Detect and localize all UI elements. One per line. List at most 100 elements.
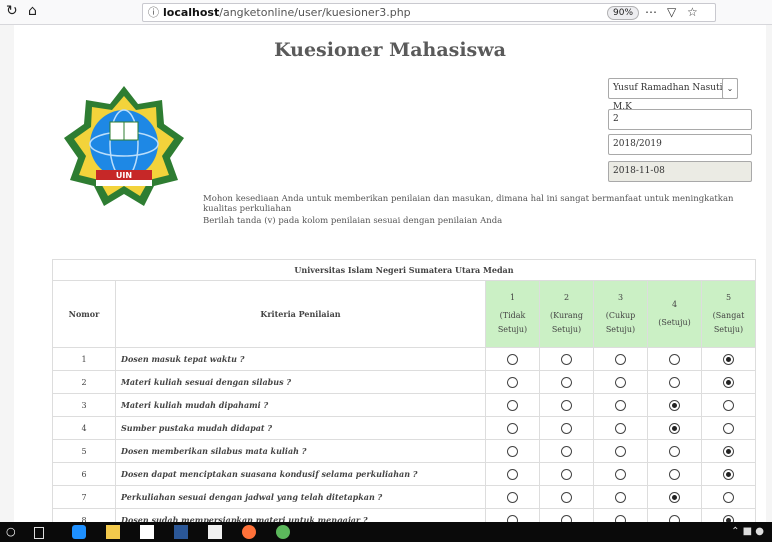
rating-radio-3[interactable] (615, 491, 626, 503)
rating-radio-1[interactable] (507, 353, 518, 365)
option-number: 5 (725, 293, 732, 302)
rating-radio-4[interactable] (669, 445, 680, 457)
rating-cell (485, 416, 540, 440)
rating-radio-1[interactable] (507, 491, 518, 503)
rating-radio-2[interactable] (561, 491, 572, 503)
rating-radio-1[interactable] (507, 514, 518, 522)
system-tray[interactable]: ⌃ ■ ● (731, 526, 764, 537)
rating-radio-3[interactable] (615, 514, 626, 522)
rating-radio-5[interactable] (723, 399, 734, 411)
rating-radio-5[interactable] (723, 422, 734, 434)
rating-radio-4[interactable] (669, 468, 680, 480)
rating-cell (539, 462, 594, 486)
rating-cell (539, 416, 594, 440)
question-text: Materi kuliah mudah dipahami ? (115, 393, 486, 417)
option-label: (Sangat Setuju) (712, 311, 745, 334)
rating-cell (539, 347, 594, 371)
rating-radio-1[interactable] (507, 376, 518, 388)
rating-cell (593, 508, 648, 522)
file-explorer-icon[interactable] (106, 525, 120, 539)
info-icon[interactable]: ⓘ (148, 4, 159, 21)
rating-cell (701, 370, 756, 394)
column-header-nomor: Nomor (52, 280, 116, 348)
rating-cell (485, 347, 540, 371)
row-number: 4 (52, 416, 116, 440)
rating-radio-4[interactable] (669, 514, 680, 522)
rating-radio-4[interactable] (669, 399, 680, 411)
rating-radio-1[interactable] (507, 422, 518, 434)
pocket-icon[interactable]: ▽ (667, 4, 681, 21)
table-row: 5 Dosen memberikan silabus mata kuliah ? (52, 439, 756, 463)
zoom-badge[interactable]: 90% (607, 6, 640, 20)
search-icon[interactable]: ○ (6, 525, 20, 539)
row-number: 3 (52, 393, 116, 417)
document-icon[interactable] (208, 525, 222, 539)
rating-cell (647, 439, 702, 463)
rating-cell (485, 439, 540, 463)
option-label: (Cukup Setuju) (605, 311, 636, 334)
reload-icon[interactable]: ↻ (6, 3, 18, 19)
rating-radio-5[interactable] (723, 468, 734, 480)
rating-cell (539, 485, 594, 509)
rating-radio-2[interactable] (561, 514, 572, 522)
firefox-icon[interactable] (242, 525, 256, 539)
rating-radio-2[interactable] (561, 399, 572, 411)
rating-cell (701, 485, 756, 509)
rating-radio-3[interactable] (615, 399, 626, 411)
task-view-icon[interactable] (34, 527, 44, 539)
rating-radio-3[interactable] (615, 376, 626, 388)
rating-radio-2[interactable] (561, 468, 572, 480)
rating-radio-4[interactable] (669, 353, 680, 365)
rating-radio-2[interactable] (561, 422, 572, 434)
page-actions-icon[interactable]: ⋯ (645, 4, 662, 21)
rating-radio-2[interactable] (561, 445, 572, 457)
option-number: 1 (509, 293, 516, 302)
rating-cell (647, 416, 702, 440)
rating-radio-3[interactable] (615, 353, 626, 365)
rating-radio-4[interactable] (669, 422, 680, 434)
chevron-down-icon[interactable]: ⌄ (722, 78, 738, 99)
rating-radio-1[interactable] (507, 445, 518, 457)
home-icon[interactable]: ⌂ (28, 3, 37, 19)
semester-field[interactable]: 2 (608, 109, 752, 130)
tahun-ajaran-field[interactable]: 2018/2019 (608, 134, 752, 155)
instruction-text: Mohon kesediaan Anda untuk memberikan pe… (203, 194, 734, 214)
rating-radio-5[interactable] (723, 491, 734, 503)
rating-radio-2[interactable] (561, 353, 572, 365)
rating-radio-3[interactable] (615, 468, 626, 480)
dosen-select[interactable]: Yusuf Ramadhan Nasution, M.K ⌄ (608, 78, 738, 112)
bookmark-star-icon[interactable]: ☆ (687, 4, 703, 21)
rating-cell (647, 370, 702, 394)
rating-radio-1[interactable] (507, 399, 518, 411)
row-number: 5 (52, 439, 116, 463)
column-header-kriteria: Kriteria Penilaian (115, 280, 486, 348)
dosen-select-value: Yusuf Ramadhan Nasution, M.K (613, 83, 737, 112)
rating-cell (593, 347, 648, 371)
row-number: 1 (52, 347, 116, 371)
store-icon[interactable] (140, 525, 154, 539)
row-number: 6 (52, 462, 116, 486)
column-header-option-1: 1 (Tidak Setuju) (485, 280, 540, 348)
option-label: (Tidak Setuju) (497, 311, 528, 334)
option-number: 2 (563, 293, 570, 302)
rating-radio-4[interactable] (669, 491, 680, 503)
logo-text: UIN (116, 171, 132, 180)
rating-radio-5[interactable] (723, 514, 734, 522)
rating-radio-5[interactable] (723, 445, 734, 457)
rating-radio-2[interactable] (561, 376, 572, 388)
rating-radio-3[interactable] (615, 445, 626, 457)
app-icon[interactable] (276, 525, 290, 539)
url-bar[interactable]: ⓘ localhost/angketonline/user/kuesioner3… (142, 3, 716, 22)
edge-icon[interactable] (72, 525, 86, 539)
rating-radio-3[interactable] (615, 422, 626, 434)
rating-cell (539, 370, 594, 394)
word-icon[interactable] (174, 525, 188, 539)
url-text: localhost/angketonline/user/kuesioner3.p… (163, 6, 411, 19)
rating-radio-5[interactable] (723, 376, 734, 388)
rating-cell (701, 439, 756, 463)
rating-radio-5[interactable] (723, 353, 734, 365)
rating-cell (539, 439, 594, 463)
column-header-option-4: 4 (Setuju) (647, 280, 702, 348)
rating-radio-1[interactable] (507, 468, 518, 480)
rating-radio-4[interactable] (669, 376, 680, 388)
